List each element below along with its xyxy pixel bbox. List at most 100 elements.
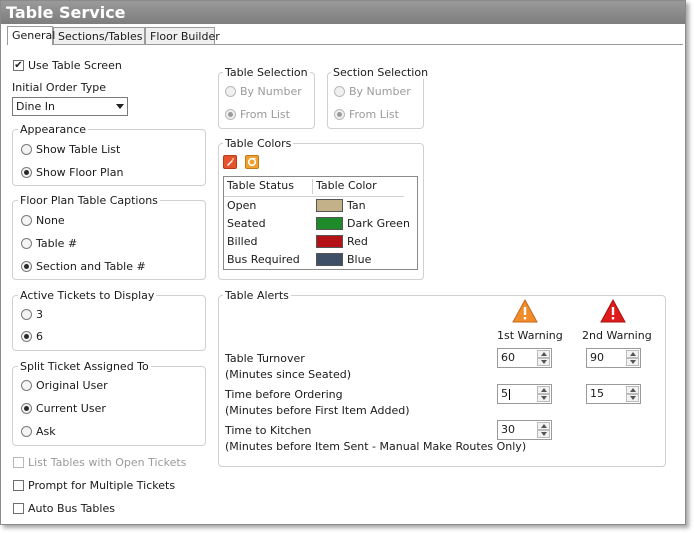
radio-selected-icon: [21, 331, 32, 342]
table-turnover-first-spinner[interactable]: 60: [497, 348, 552, 368]
radio-icon: [21, 238, 32, 249]
use-table-screen-checkbox[interactable]: ✔ Use Table Screen: [13, 59, 122, 72]
table-alerts-label: Table Alerts: [223, 289, 291, 302]
alert-row-title: Time before Ordering: [225, 388, 343, 401]
checkbox-icon: [13, 480, 24, 491]
spin-down-icon[interactable]: [537, 430, 550, 438]
spin-up-icon[interactable]: [626, 386, 639, 394]
table-row[interactable]: Open Tan: [224, 197, 404, 215]
time-to-kitchen-first-spinner[interactable]: 30: [497, 420, 552, 440]
alert-row-subtitle: (Minutes before Item Sent - Manual Make …: [225, 440, 527, 453]
alert-row-title: Time to Kitchen: [225, 424, 312, 437]
time-before-ordering-second-spinner[interactable]: 15: [586, 384, 641, 404]
option-label: 6: [36, 330, 43, 343]
spin-up-icon[interactable]: [537, 386, 550, 394]
second-warning-icon: [600, 298, 626, 326]
split-ticket-option-original-user[interactable]: Original User: [21, 379, 108, 392]
spin-down-icon[interactable]: [537, 394, 550, 402]
table-row[interactable]: Seated Dark Green: [224, 215, 410, 233]
chevron-down-icon: [116, 104, 124, 109]
window-title: Table Service: [1, 1, 685, 24]
option-label: Original User: [36, 379, 108, 392]
tab-sections-tables[interactable]: Sections/Tables: [53, 27, 145, 44]
appearance-option-floor-plan[interactable]: Show Floor Plan: [21, 166, 123, 179]
row-color-name: Blue: [347, 253, 372, 266]
alert-row-title: Table Turnover: [225, 352, 305, 365]
spin-down-icon[interactable]: [537, 358, 550, 366]
table-selection-from-list[interactable]: From List: [225, 108, 290, 121]
option-label: By Number: [240, 85, 302, 98]
row-status: Open: [227, 199, 257, 212]
split-ticket-option-ask[interactable]: Ask: [21, 425, 56, 438]
initial-order-type-value: Dine In: [16, 100, 55, 113]
table-row[interactable]: Billed Red: [224, 233, 404, 251]
radio-icon: [21, 309, 32, 320]
row-color-name: Tan: [347, 199, 366, 212]
table-selection-by-number[interactable]: By Number: [225, 85, 302, 98]
tab-floor-builder[interactable]: Floor Builder: [145, 27, 220, 44]
option-label: Show Table List: [36, 143, 121, 156]
spinner-value: 5: [501, 387, 508, 400]
spin-down-icon[interactable]: [626, 394, 639, 402]
reset-colors-icon[interactable]: [245, 155, 259, 169]
section-selection-from-list[interactable]: From List: [334, 108, 399, 121]
spin-up-icon[interactable]: [537, 350, 550, 358]
tab-general[interactable]: General: [7, 26, 55, 45]
spinner-value: 30: [501, 423, 515, 436]
column-header-status: Table Status: [227, 179, 294, 192]
table-selection-label: Table Selection: [223, 66, 310, 79]
alert-row-subtitle: (Minutes before First Item Added): [225, 404, 410, 417]
radio-selected-icon: [21, 261, 32, 272]
active-tickets-option-3[interactable]: 3: [21, 308, 43, 321]
option-label: From List: [349, 108, 399, 121]
row-status: Billed: [227, 235, 258, 248]
list-tables-open-tickets-checkbox[interactable]: List Tables with Open Tickets: [13, 456, 186, 469]
first-warning-header: 1st Warning: [497, 329, 563, 342]
color-swatch: [316, 235, 343, 248]
edit-color-icon[interactable]: [223, 155, 237, 169]
checkbox-checked-icon: ✔: [13, 59, 24, 71]
time-before-ordering-first-spinner[interactable]: 5: [497, 384, 552, 404]
radio-icon: [225, 86, 236, 97]
active-tickets-option-6[interactable]: 6: [21, 330, 43, 343]
radio-icon: [21, 215, 32, 226]
spinner-buttons: [626, 350, 639, 366]
radio-icon: [21, 380, 32, 391]
table-colors-header: Table Status Table Color: [224, 177, 404, 197]
alert-row-subtitle: (Minutes since Seated): [225, 368, 352, 381]
option-label: Section and Table #: [36, 260, 146, 273]
appearance-option-table-list[interactable]: Show Table List: [21, 143, 120, 156]
caption-option-table-number[interactable]: Table #: [21, 237, 77, 250]
option-label: Table #: [36, 237, 78, 250]
floor-plan-captions-label: Floor Plan Table Captions: [18, 194, 160, 207]
spinner-value: 15: [590, 387, 604, 400]
spin-down-icon[interactable]: [626, 358, 639, 366]
checkbox-label: List Tables with Open Tickets: [28, 456, 187, 469]
radio-selected-icon: [21, 167, 32, 178]
spinner-buttons: [537, 422, 550, 438]
prompt-multiple-tickets-checkbox[interactable]: Prompt for Multiple Tickets: [13, 479, 175, 492]
table-turnover-second-spinner[interactable]: 90: [586, 348, 641, 368]
split-ticket-label: Split Ticket Assigned To: [18, 360, 151, 373]
split-ticket-option-current-user[interactable]: Current User: [21, 402, 106, 415]
option-label: 3: [36, 308, 43, 321]
radio-icon: [334, 86, 345, 97]
checkbox-icon: [13, 503, 24, 514]
active-tickets-label: Active Tickets to Display: [18, 289, 157, 302]
column-header-color: Table Color: [316, 179, 377, 192]
spinner-value: 60: [501, 351, 515, 364]
option-label: Current User: [36, 402, 106, 415]
table-row[interactable]: Bus Required Blue: [224, 251, 404, 269]
table-colors-label: Table Colors: [223, 137, 294, 150]
caption-option-none[interactable]: None: [21, 214, 65, 227]
spinner-buttons: [537, 386, 550, 402]
section-selection-label: Section Selection: [331, 66, 431, 79]
initial-order-type-select[interactable]: Dine In: [12, 97, 128, 116]
caption-option-section-and-table[interactable]: Section and Table #: [21, 260, 146, 273]
section-selection-by-number[interactable]: By Number: [334, 85, 411, 98]
spin-up-icon[interactable]: [626, 350, 639, 358]
option-label: Show Floor Plan: [36, 166, 124, 179]
spinner-value: 90: [590, 351, 604, 364]
auto-bus-tables-checkbox[interactable]: Auto Bus Tables: [13, 502, 115, 515]
spin-up-icon[interactable]: [537, 422, 550, 430]
